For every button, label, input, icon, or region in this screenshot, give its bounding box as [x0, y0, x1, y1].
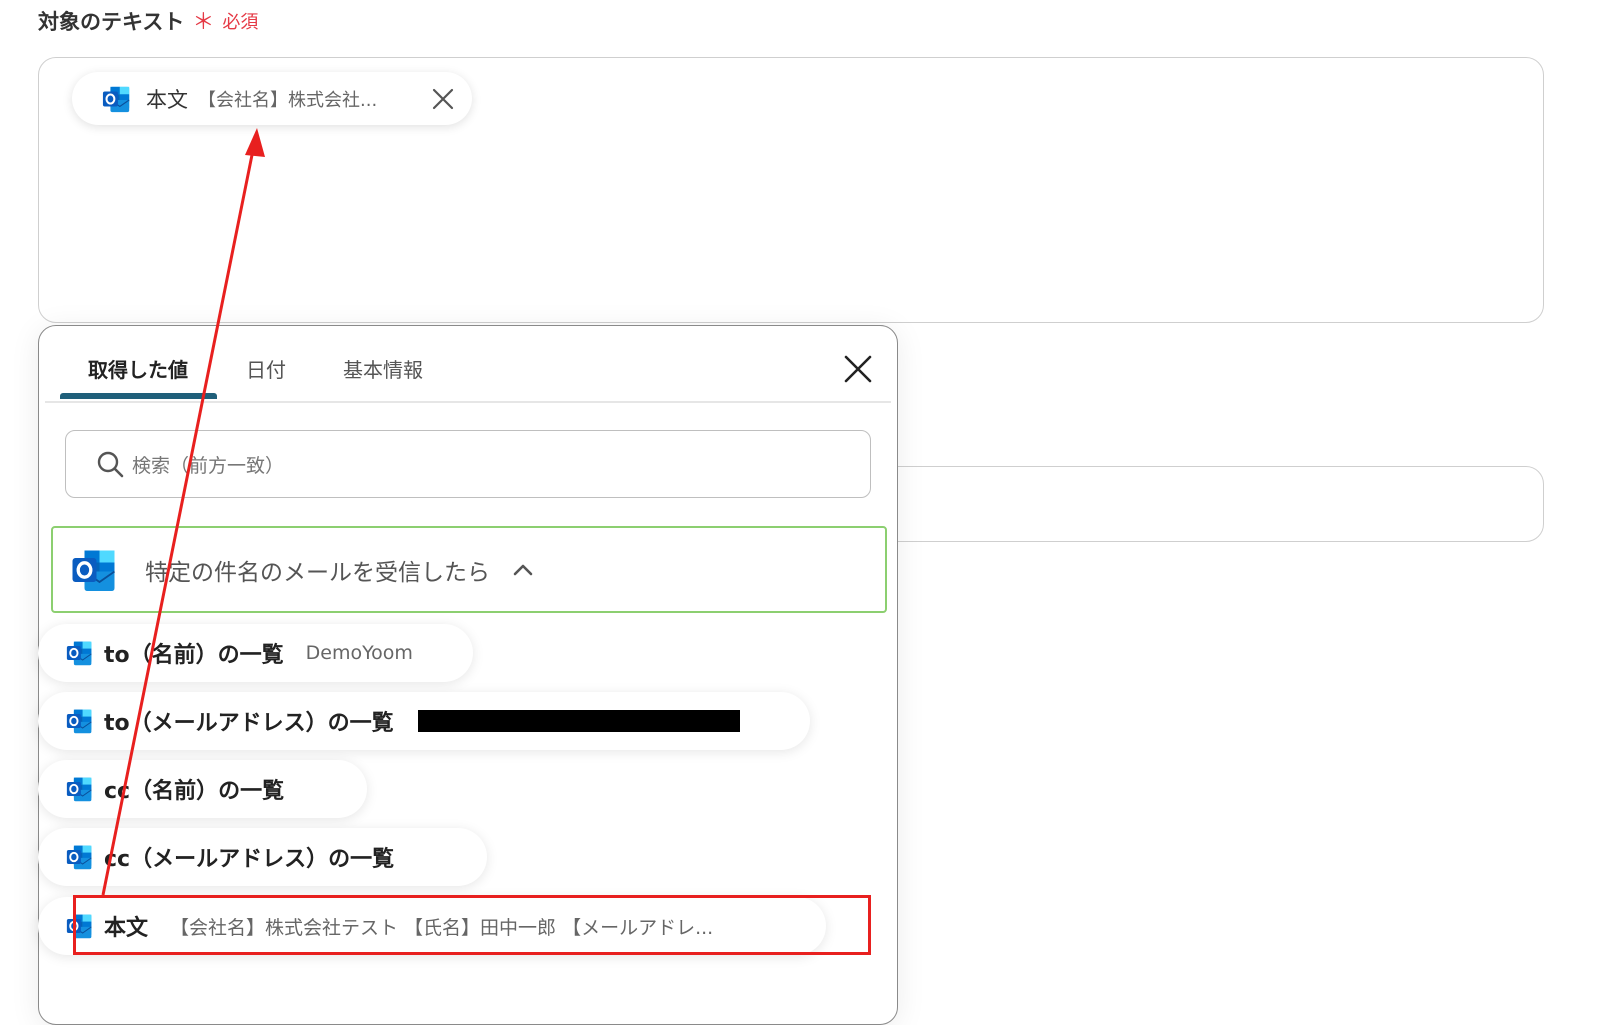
secondary-input[interactable]: [880, 466, 1544, 542]
list-item[interactable]: cc（名前）の一覧: [38, 760, 367, 818]
tab-basic-info[interactable]: 基本情報: [343, 354, 423, 383]
search-input[interactable]: 検索（前方一致）: [65, 430, 871, 498]
close-icon[interactable]: [430, 86, 456, 112]
list-item[interactable]: 本文 【会社名】株式会社テスト 【氏名】田中一郎 【メールアドレ...: [38, 897, 826, 955]
item-label: cc（メールアドレス）の一覧: [104, 847, 395, 872]
field-label: 対象のテキスト: [38, 10, 185, 34]
active-tab-indicator: [60, 393, 217, 399]
redacted-value: [417, 710, 740, 732]
search-placeholder: 検索（前方一致）: [132, 454, 285, 477]
group-title: 特定の件名のメールを受信したら: [145, 559, 490, 586]
item-label: to（名前）の一覧: [104, 643, 284, 668]
list-item[interactable]: cc（メールアドレス）の一覧: [38, 828, 487, 886]
close-icon[interactable]: [842, 353, 874, 385]
item-label: to（メールアドレス）の一覧: [104, 711, 394, 736]
tab-obtained-values[interactable]: 取得した値: [88, 354, 188, 383]
search-icon: [97, 451, 124, 478]
item-label: cc（名前）の一覧: [104, 779, 285, 804]
tab-divider: [45, 401, 891, 403]
outlook-icon: [66, 775, 94, 803]
outlook-icon: [66, 707, 94, 735]
chevron-up-icon[interactable]: [512, 563, 534, 577]
item-label: 本文: [104, 916, 149, 941]
outlook-icon: [66, 639, 94, 667]
outlook-icon: [102, 84, 132, 114]
item-value: DemoYoom: [305, 642, 413, 664]
selected-value-chip[interactable]: 本文 【会社名】株式会社...: [72, 72, 472, 125]
tab-date[interactable]: 日付: [246, 354, 286, 383]
selected-chip-title: 本文: [146, 87, 188, 112]
list-item[interactable]: to（名前）の一覧 DemoYoom: [38, 624, 473, 682]
outlook-icon: [66, 843, 94, 871]
outlook-icon: [66, 912, 94, 940]
list-item[interactable]: to（メールアドレス）の一覧: [38, 692, 810, 750]
field-label-row: 対象のテキスト ＊ 必須: [38, 6, 258, 36]
selected-chip-preview: 【会社名】株式会社...: [198, 89, 378, 111]
required-text: 必須: [222, 12, 259, 33]
required-asterisk: ＊: [192, 10, 215, 35]
trigger-group-header[interactable]: 特定の件名のメールを受信したら: [51, 526, 887, 613]
outlook-icon: [71, 546, 119, 594]
item-value: 【会社名】株式会社テスト 【氏名】田中一郎 【メールアドレ...: [170, 916, 714, 939]
